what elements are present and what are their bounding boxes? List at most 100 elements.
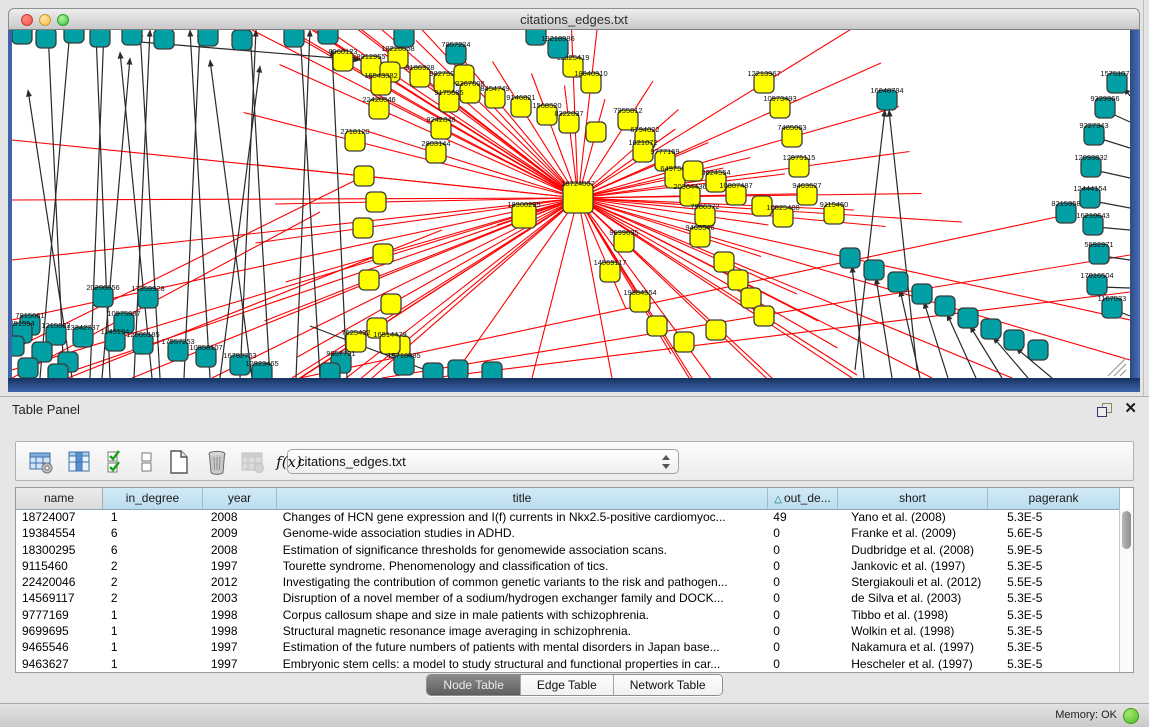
graph-node[interactable] (284, 30, 304, 47)
graph-node[interactable] (18, 358, 38, 378)
table-cell[interactable]: 1 (103, 509, 203, 525)
table-cell[interactable]: Genome-wide association studies in ADHD. (277, 525, 768, 541)
table-cell[interactable]: 2012 (203, 574, 277, 590)
table-cell[interactable]: 9463627 (16, 656, 103, 672)
graph-node[interactable] (394, 30, 414, 47)
graph-node[interactable] (888, 272, 908, 292)
graph-node[interactable] (373, 244, 393, 264)
table-cell[interactable]: 2008 (203, 509, 277, 525)
column-header-in-degree[interactable]: in_degree (103, 488, 203, 509)
table-cell[interactable]: 5.3E-5 (987, 558, 1119, 574)
table-cell[interactable]: Yano et al. (2008) (837, 509, 987, 525)
graph-node[interactable] (647, 316, 667, 336)
tab-node-table[interactable]: Node Table (427, 675, 521, 695)
column-header-short[interactable]: short (838, 488, 988, 509)
table-cell[interactable]: 9115460 (16, 558, 103, 574)
table-cell[interactable]: Tibbo et al. (1998) (837, 607, 987, 623)
table-cell[interactable]: 1997 (203, 558, 277, 574)
tab-network-table[interactable]: Network Table (614, 675, 722, 695)
delete-column-icon[interactable] (202, 447, 232, 477)
table-cell[interactable]: Embryonic stem cells: a model to study s… (277, 656, 768, 672)
table-cell[interactable]: Franke et al. (2009) (837, 525, 987, 541)
table-cell[interactable]: Investigating the contribution of common… (277, 574, 768, 590)
table-cell[interactable]: 1998 (203, 607, 277, 623)
column-header-name[interactable]: name (16, 488, 103, 509)
table-cell[interactable]: Corpus callosum shape and size in male p… (277, 607, 768, 623)
table-cell[interactable]: Nakamura et al. (1997) (837, 639, 987, 655)
table-cell[interactable]: 5.5E-5 (987, 574, 1119, 590)
table-cell[interactable]: 5.3E-5 (987, 623, 1119, 639)
table-cell[interactable]: 2 (103, 574, 203, 590)
graph-node[interactable] (706, 320, 726, 340)
table-cell[interactable]: Disruption of a novel member of a sodium… (277, 590, 768, 606)
graph-node[interactable] (354, 166, 374, 186)
window-resize-handle[interactable] (1120, 370, 1126, 376)
graph-node[interactable] (728, 270, 748, 290)
table-selector-dropdown[interactable]: citations_edges.txt (287, 449, 679, 474)
table-cell[interactable]: 2009 (203, 525, 277, 541)
graph-node[interactable] (754, 306, 774, 326)
table-cell[interactable]: Wolkin et al. (1998) (837, 623, 987, 639)
table-cell[interactable]: 2003 (203, 590, 277, 606)
table-cell[interactable]: 5.3E-5 (987, 639, 1119, 655)
table-cell[interactable]: 0 (767, 558, 837, 574)
column-header-out-de-[interactable]: △out_de... (768, 488, 838, 509)
table-cell[interactable]: 1 (103, 623, 203, 639)
table-row[interactable]: 1938455462009Genome-wide association stu… (16, 525, 1119, 541)
table-cell[interactable]: 0 (767, 574, 837, 590)
graph-node[interactable] (482, 362, 502, 378)
table-cell[interactable]: 2008 (203, 542, 277, 558)
graph-node[interactable] (12, 30, 32, 44)
network-canvas[interactable]: 1872400718300295896012389129551822605881… (12, 30, 1130, 378)
table-cell[interactable]: 5.3E-5 (987, 590, 1119, 606)
graph-node[interactable] (840, 248, 860, 268)
close-icon[interactable]: ✕ (1124, 400, 1137, 418)
table-cell[interactable]: 6 (103, 525, 203, 541)
table-mode-icon[interactable] (26, 447, 56, 477)
table-cell[interactable]: 1 (103, 639, 203, 655)
table-row[interactable]: 946554611997Estimation of the future num… (16, 639, 1119, 655)
graph-node[interactable] (90, 30, 110, 47)
graph-node[interactable] (48, 364, 68, 378)
graph-node[interactable] (359, 270, 379, 290)
graph-node[interactable] (981, 319, 1001, 339)
table-row[interactable]: 977716911998Corpus callosum shape and si… (16, 607, 1119, 623)
column-header-title[interactable]: title (277, 488, 768, 509)
memory-status-icon[interactable] (1123, 708, 1139, 724)
graph-node[interactable] (12, 336, 24, 356)
tab-edge-table[interactable]: Edge Table (521, 675, 614, 695)
create-column-icon[interactable] (164, 447, 194, 477)
table-cell[interactable]: Structural magnetic resonance image aver… (277, 623, 768, 639)
table-cell[interactable]: 2 (103, 590, 203, 606)
table-cell[interactable]: 0 (767, 639, 837, 655)
table-cell[interactable]: 0 (767, 525, 837, 541)
function-builder-icon[interactable]: f(x) (274, 447, 304, 477)
table-cell[interactable]: 22420046 (16, 574, 103, 590)
show-columns-icon[interactable] (64, 447, 94, 477)
table-cell[interactable]: Estimation of significance thresholds fo… (277, 542, 768, 558)
table-cell[interactable]: 19384554 (16, 525, 103, 541)
graph-node[interactable] (448, 360, 468, 378)
table-cell[interactable]: 5.3E-5 (987, 656, 1119, 672)
graph-node[interactable] (366, 192, 386, 212)
table-cell[interactable]: 0 (767, 623, 837, 639)
float-window-icon[interactable] (1097, 403, 1111, 416)
graph-node[interactable] (864, 260, 884, 280)
table-cell[interactable]: 5.6E-5 (987, 525, 1119, 541)
table-cell[interactable]: Estimation of the future numbers of pati… (277, 639, 768, 655)
graph-node[interactable] (318, 30, 338, 44)
graph-node[interactable] (683, 161, 703, 181)
table-row[interactable]: 1456911722003Disruption of a novel membe… (16, 590, 1119, 606)
graph-node[interactable] (232, 30, 252, 50)
graph-node[interactable] (423, 363, 443, 378)
select-all-columns-icon[interactable] (102, 447, 132, 477)
graph-node[interactable] (912, 284, 932, 304)
column-header-year[interactable]: year (203, 488, 277, 509)
graph-node[interactable] (935, 296, 955, 316)
graph-node[interactable] (674, 332, 694, 352)
graph-node[interactable] (958, 308, 978, 328)
table-cell[interactable]: 18724007 (16, 509, 103, 525)
column-header-pagerank[interactable]: pagerank (988, 488, 1120, 509)
table-cell[interactable]: 49 (767, 509, 837, 525)
graph-node[interactable] (122, 30, 142, 45)
